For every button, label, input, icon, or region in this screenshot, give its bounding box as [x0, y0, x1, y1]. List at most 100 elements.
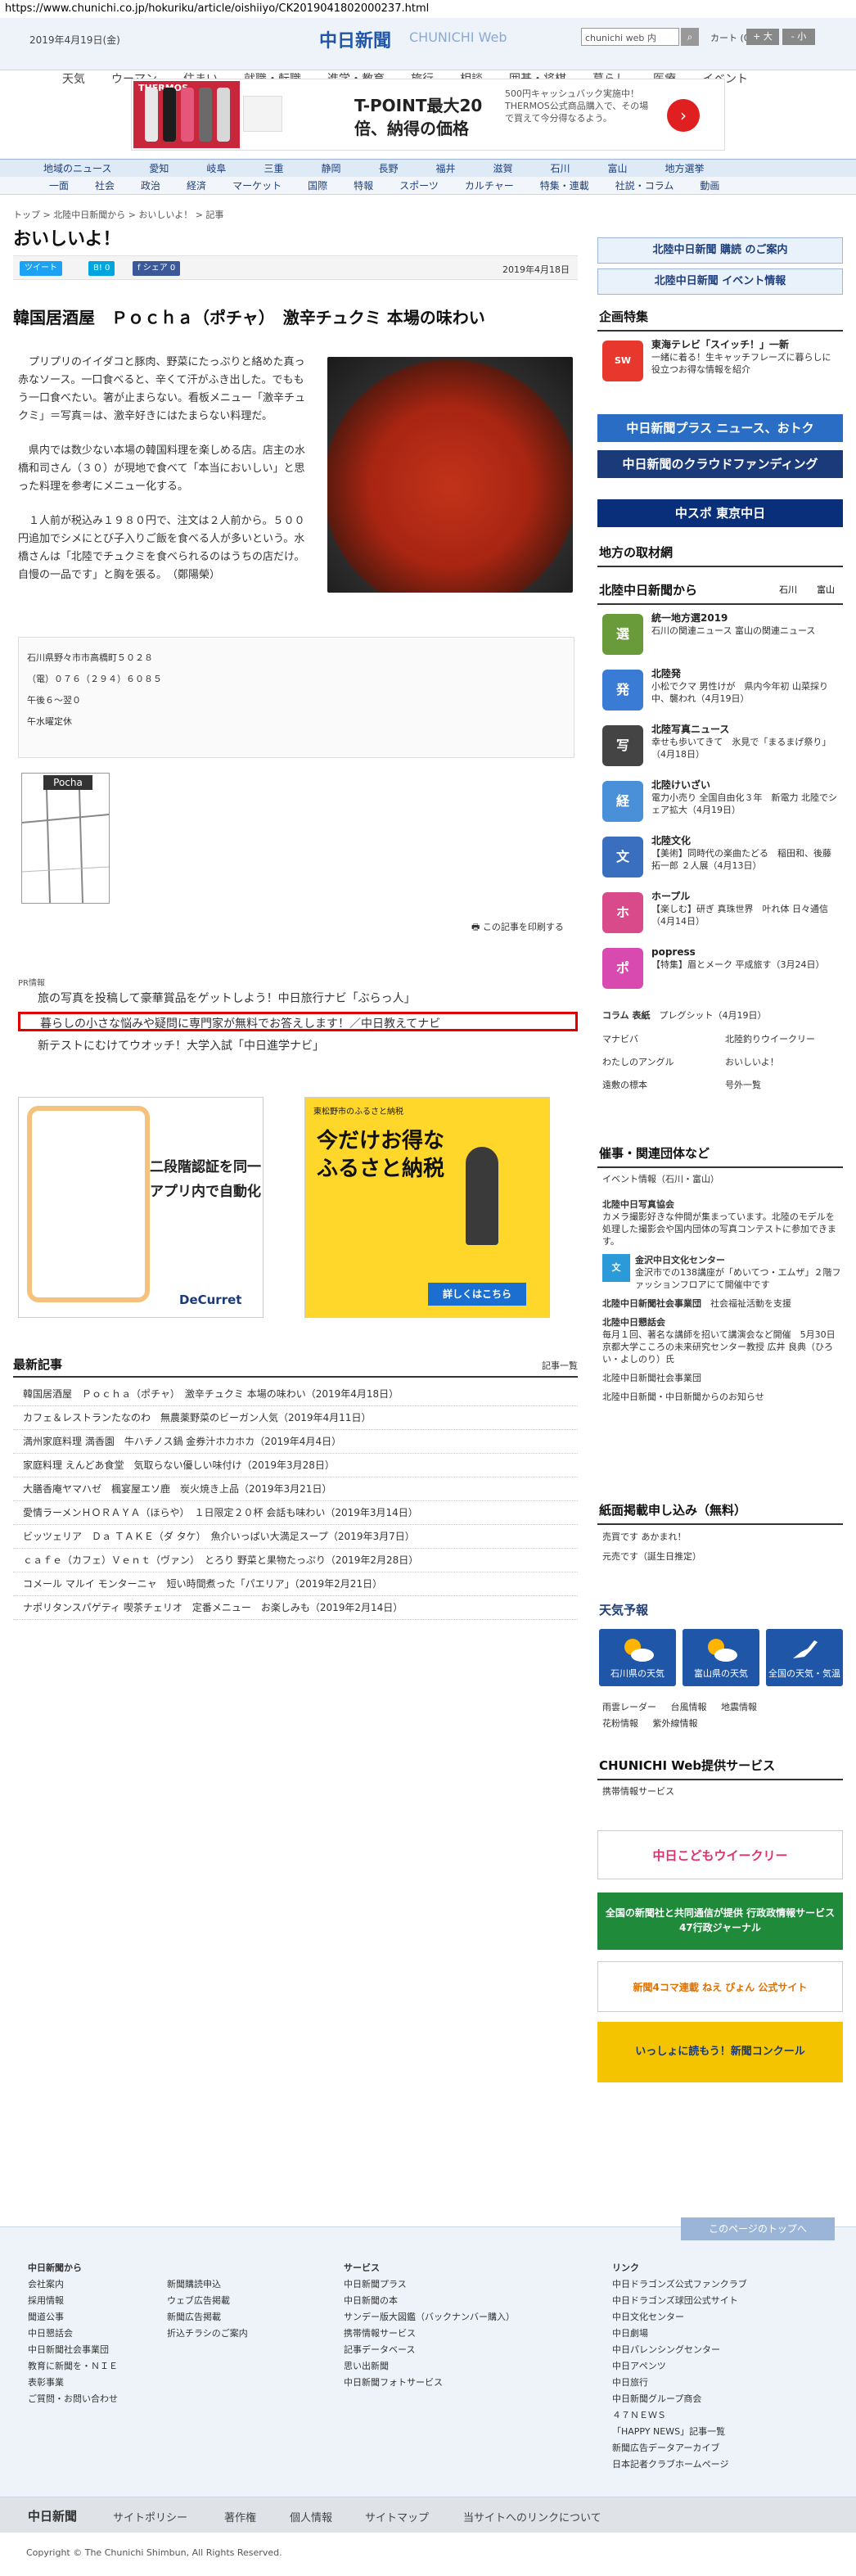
ad-right-button[interactable]: 詳しくはこちら: [428, 1283, 526, 1306]
footer-link[interactable]: 中日懇話会: [28, 2326, 118, 2342]
chevron-right-icon[interactable]: ›: [667, 99, 700, 132]
weather-link[interactable]: 紫外線情報: [653, 1718, 698, 1729]
region-nav-item[interactable]: 岐阜: [187, 160, 245, 177]
category-nav-item[interactable]: カルチャー: [452, 177, 527, 194]
list-item[interactable]: ナポリタンスパゲティ 喫茶チェリオ 定番メニュー お楽しみも（2019年2月14…: [13, 1596, 578, 1620]
footer-link[interactable]: 記事データベース: [344, 2342, 515, 2358]
footer-link[interactable]: 中日ドラゴンズ球団公式サイト: [612, 2293, 747, 2309]
footer-link[interactable]: 中日旅行: [612, 2375, 747, 2391]
newspaper-contest-banner[interactable]: いっしょに読もう！新聞コンクール: [597, 2022, 843, 2082]
saiji-sub[interactable]: イベント情報（石川・富山）: [602, 1172, 719, 1185]
breadcrumb[interactable]: トップ > 北陸中日新聞から > おいしいよ！ > 記事: [13, 208, 223, 221]
list-item[interactable]: ｃａｆｅ（カフェ）Ｖｅｎｔ（ヴァン） とろり 野菜と果物たっぷり（2019年2月…: [13, 1549, 578, 1572]
footer-link[interactable]: 聞道公事: [28, 2309, 118, 2326]
list-item[interactable]: ビッツェリア Ｄａ ＴＡＫＥ（ダ タケ） 魚介いっぱい大満足スープ（2019年3…: [13, 1525, 578, 1549]
footer-link[interactable]: 中日新聞プラス: [344, 2276, 515, 2293]
kikaku-item[interactable]: SW 東海テレビ「スイッチ！」一新 一緒に着る！生キャッチフレーズに暮らしに役立つ…: [597, 337, 843, 391]
footer-link[interactable]: サンデー版大図鑑（バックナンバー購入）: [344, 2309, 515, 2326]
category-nav-item[interactable]: マーケット: [219, 177, 295, 194]
footer-bottom-link[interactable]: 当サイトへのリンクについて: [463, 2509, 601, 2524]
footer-bottom-link[interactable]: 個人情報: [290, 2509, 332, 2524]
region-nav-item[interactable]: 愛知: [130, 160, 187, 177]
print-article-link[interactable]: 🖶 この記事を印刷する: [471, 920, 564, 936]
search-input[interactable]: chunichi web 内: [581, 28, 679, 46]
tori-title[interactable]: 地方の取材網: [597, 539, 843, 567]
footer-link[interactable]: 表彰事業: [28, 2375, 118, 2391]
top-ad-banner[interactable]: THERMOS T-POINT最大20 倍、納得の価格 500円キャッシュバック…: [131, 79, 725, 151]
region-nav-item[interactable]: 地方選挙: [647, 160, 723, 177]
hokuriku-link-toyama[interactable]: 富山: [817, 583, 835, 596]
kousai-item[interactable]: 元売です（誕生日推定）: [602, 1547, 701, 1567]
weather-link[interactable]: 花粉情報: [602, 1718, 638, 1729]
footer-link[interactable]: 教育に新聞を・ＮＩＥ: [28, 2358, 118, 2375]
grid-link[interactable]: わたしのアングル: [602, 1051, 725, 1074]
gyosei-banner[interactable]: 全国の新聞社と共同通信が提供 行政政情報サービス 47行政ジャーナル: [597, 1893, 843, 1950]
site-logo-web[interactable]: CHUNICHI Web: [409, 29, 507, 45]
saiji-item[interactable]: 北陸中日懇話会 毎月１回、著名な講師を招いて講演会など開催 5月30日 京都大学こ…: [602, 1316, 841, 1365]
region-nav-item[interactable]: 三重: [245, 160, 302, 177]
footer-link[interactable]: 新聞購読申込: [167, 2276, 248, 2293]
region-nav-item[interactable]: 福井: [417, 160, 474, 177]
shop-map[interactable]: Pocha: [21, 773, 110, 904]
footer-bottom-link[interactable]: サイトポリシー: [113, 2509, 187, 2524]
top-nav-item[interactable]: 天気: [49, 70, 98, 88]
hokuriku-link-ishikawa[interactable]: 石川: [779, 583, 797, 596]
facebook-share-button[interactable]: f シェア 0: [133, 261, 181, 276]
footer-link[interactable]: 中日新聞社会事業団: [28, 2342, 118, 2358]
list-item[interactable]: 家庭料理 えんどあ食堂 気取らない優しい味付け（2019年3月28日）: [13, 1454, 578, 1477]
region-nav-item[interactable]: 地域のニュース: [25, 160, 130, 177]
footer-link[interactable]: 新聞広告掲載: [167, 2309, 248, 2326]
list-item[interactable]: 愛情ラーメンＨＯＲＡＹＡ（ほらや） １日限定２０杯 会話も味わい（2019年3月…: [13, 1501, 578, 1525]
nee-pyon-banner[interactable]: 新聞4コマ連載 ねえ ぴょん 公式サイト: [597, 1961, 843, 2012]
category-nav-item[interactable]: 国際: [295, 177, 340, 194]
footer-link[interactable]: 折込チラシのご案内: [167, 2326, 248, 2342]
list-item[interactable]: 韓国居酒屋 Ｐｏｃｈａ（ポチャ） 激辛チュクミ 本場の味わい（2019年4月18…: [13, 1383, 578, 1406]
category-nav-item[interactable]: スポーツ: [386, 177, 452, 194]
category-nav-item[interactable]: 一面: [36, 177, 82, 194]
pr-link-highlighted[interactable]: 暮らしの小さな悩みや疑問に専門家が無料でお答えします！／中日教えてナビ: [18, 1012, 578, 1031]
category-nav-item[interactable]: 政治: [128, 177, 173, 194]
footer-link[interactable]: 中日新聞グループ商会: [612, 2391, 747, 2407]
footer-link[interactable]: 中日ドラゴンズ公式ファンクラブ: [612, 2276, 747, 2293]
footer-link[interactable]: 中日パレンシングセンター: [612, 2342, 747, 2358]
footer-bottom-link[interactable]: サイトマップ: [365, 2509, 429, 2524]
search-button[interactable]: ⌕: [681, 28, 699, 46]
footer-link[interactable]: 中日アペンツ: [612, 2358, 747, 2375]
footer-logo[interactable]: 中日新聞: [28, 2507, 77, 2524]
category-nav-item[interactable]: 特集・連載: [527, 177, 602, 194]
hokuriku-item[interactable]: ホ ホープル 【楽しむ】研ぎ 真珠世界 叶れ体 日々通信（4月14日）: [597, 889, 843, 943]
footer-link[interactable]: 思い出新聞: [344, 2358, 515, 2375]
category-nav-item[interactable]: 社会: [82, 177, 128, 194]
grid-link[interactable]: 遠敷の標本: [602, 1074, 725, 1097]
chunichi-plus-banner[interactable]: 中日新聞プラス ニュース、おトク: [597, 414, 843, 442]
list-item[interactable]: 満州家庭料理 満香園 牛ハチノス鍋 金券汁ホカホカ（2019年4月4日）: [13, 1430, 578, 1454]
footer-link[interactable]: 会社案内: [28, 2276, 118, 2293]
list-item[interactable]: コメール マルイ モンターニャ 短い時間煮った「パエリア」（2019年2月21日…: [13, 1572, 578, 1596]
category-nav-item[interactable]: 社説・コラム: [602, 177, 687, 194]
saiji-item[interactable]: 北陸中日新聞社会事業団: [602, 1372, 841, 1384]
weather-toyama[interactable]: 富山県の天気: [683, 1629, 759, 1686]
kousai-item[interactable]: 売買です あかまれ！: [602, 1527, 701, 1547]
furusato-ad[interactable]: 東松野市のふるさと納税 今だけお得な ふるさと納税 詳しくはこちら: [304, 1097, 550, 1318]
weather-link[interactable]: 雨雲レーダー: [602, 1702, 656, 1712]
font-smaller-button[interactable]: - 小: [782, 29, 815, 45]
category-nav-item[interactable]: 動画: [687, 177, 732, 194]
grid-link[interactable]: 号外一覧: [725, 1074, 761, 1097]
weather-national[interactable]: 全国の天気・気温: [766, 1629, 843, 1686]
region-nav-item[interactable]: 長野: [359, 160, 417, 177]
weather-link[interactable]: 地震情報: [721, 1702, 757, 1712]
hokuriku-item[interactable]: 文 北陸文化 【美術】同時代の楽曲たどる 稲田和、後藤拓一郎 ２人展（4月13日）: [597, 833, 843, 887]
article-list-link[interactable]: 記事一覧: [542, 1359, 578, 1372]
footer-link[interactable]: 新聞広告データアーカイブ: [612, 2440, 747, 2456]
grid-link[interactable]: おいしいよ！: [725, 1051, 779, 1074]
category-nav-item[interactable]: 特報: [340, 177, 386, 194]
pr-link[interactable]: 新テストにむけてウオッチ！大学入試「中日進学ナビ」: [18, 1036, 578, 1056]
footer-link[interactable]: 中日新聞フォトサービス: [344, 2375, 515, 2391]
grid-link[interactable]: 北陸釣りウイークリー: [725, 1028, 815, 1051]
category-nav-item[interactable]: 経済: [173, 177, 219, 194]
kodomo-weekly-banner[interactable]: 中日こどもウイークリー: [597, 1830, 843, 1879]
font-larger-button[interactable]: + 大: [746, 29, 779, 45]
footer-link[interactable]: ご質問・お問い合わせ: [28, 2391, 118, 2407]
hatena-button[interactable]: B! 0: [88, 261, 115, 276]
footer-link[interactable]: ４７ＮＥＷＳ: [612, 2407, 747, 2424]
